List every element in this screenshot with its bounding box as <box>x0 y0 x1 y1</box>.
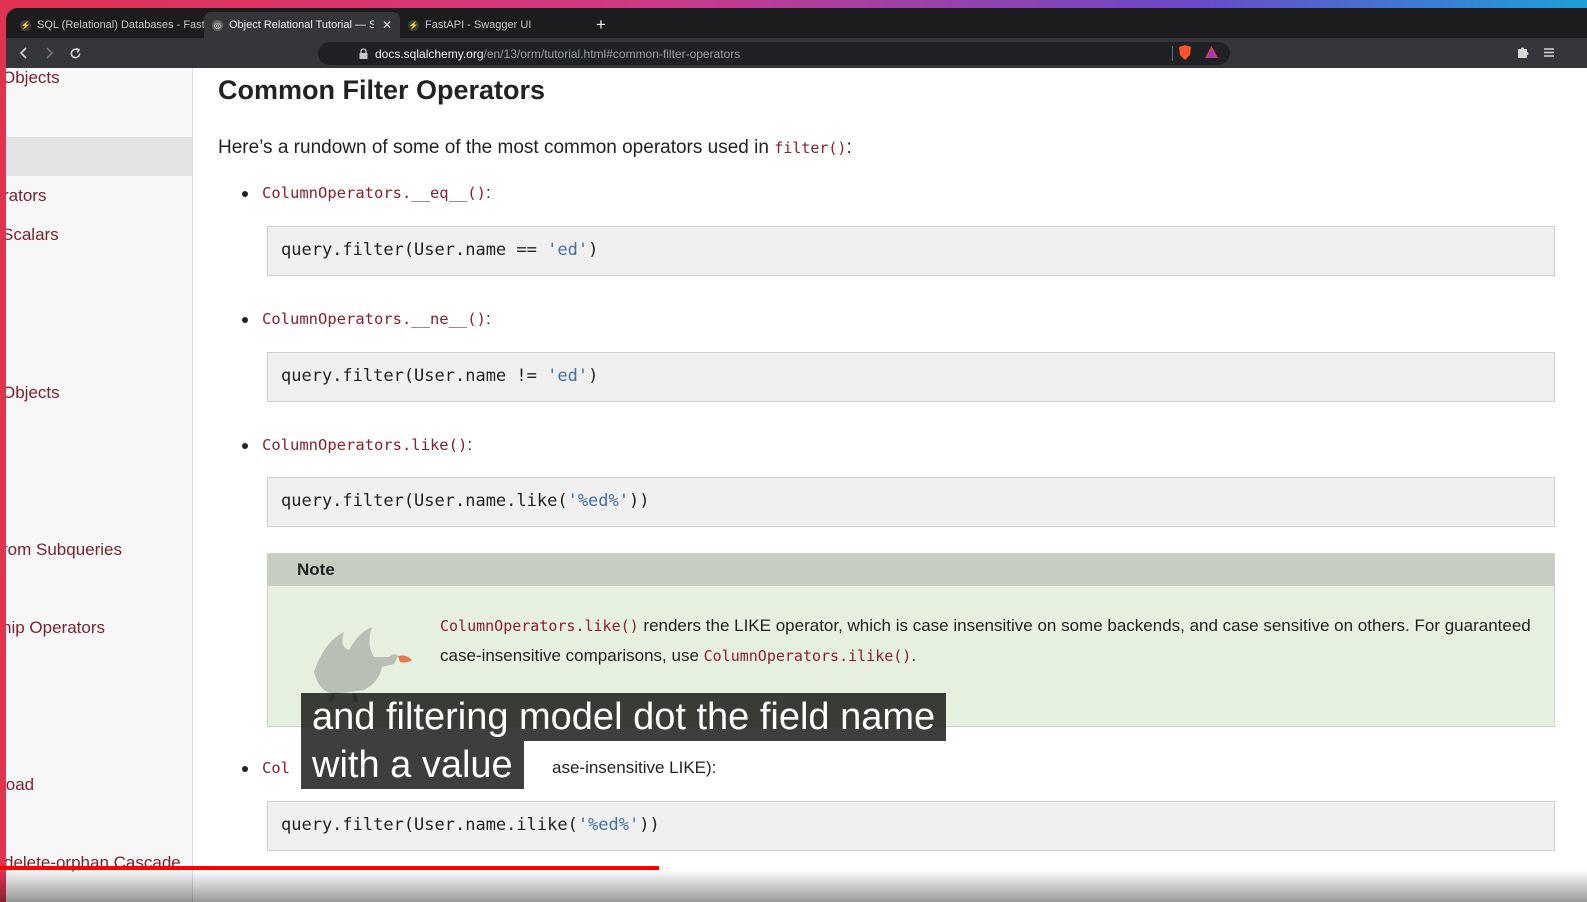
video-subtitle: and filtering model dot the field name w… <box>301 693 947 789</box>
intro-paragraph: Here’s a rundown of some of the most com… <box>218 137 852 159</box>
sidebar-item-scalars[interactable]: Scalars <box>6 225 59 245</box>
tab-swagger-ui[interactable]: ⚡ FastAPI - Swagger UI <box>400 12 590 38</box>
address-bar-divider <box>1172 46 1173 61</box>
list-item: ColumnOperators.like(): <box>242 435 472 455</box>
close-tab-icon[interactable]: ✕ <box>382 18 392 32</box>
list-item: ColumnOperators.__ne__(): <box>242 309 491 329</box>
ilike-operator-link[interactable]: ColumnOperators.ilike() <box>704 647 912 665</box>
note-heading: Note <box>268 554 1554 586</box>
sidebar-item-objects-2[interactable]: Objects <box>6 383 60 403</box>
browser-window: ⚡ SQL (Relational) Databases - FastAPI ◎… <box>6 8 1587 902</box>
brave-shields-icon[interactable] <box>1176 43 1194 61</box>
sqlalchemy-favicon-icon: ◎ <box>212 19 223 31</box>
code-string: 'ed' <box>547 240 589 260</box>
brave-rewards-icon[interactable] <box>1202 43 1220 61</box>
subtitle-line-1: and filtering model dot the field name <box>301 693 947 741</box>
bullet-dot <box>242 190 248 197</box>
operator-suffix: : <box>485 309 491 328</box>
sidebar-current-item-highlight <box>6 137 192 176</box>
like-operator-link[interactable]: ColumnOperators.like() <box>440 617 639 635</box>
tab-label: FastAPI - Swagger UI <box>425 19 532 31</box>
sidebar-item-objects[interactable]: Objects <box>6 68 60 88</box>
note-body: ColumnOperators.like() renders the LIKE … <box>440 611 1540 671</box>
video-progress-fill <box>0 866 659 870</box>
code-block: query.filter(User.name.ilike('%ed%')) <box>267 801 1555 851</box>
subtitle-line-2: with a value <box>301 741 524 789</box>
code-text: ) <box>588 366 599 386</box>
tab-label: SQL (Relational) Databases - FastAPI <box>37 19 208 31</box>
web-page: Objects rators Scalars Objects rom Subqu… <box>6 68 1587 902</box>
filter-function-link[interactable]: filter() <box>774 139 846 157</box>
menu-icon[interactable] <box>1540 43 1558 61</box>
operator-link[interactable]: ColumnOperators.__eq__() <box>262 184 486 202</box>
video-progress-bar[interactable] <box>0 866 1587 870</box>
code-text: query.filter(User.name != <box>281 366 548 386</box>
sidebar-item-from-subqueries[interactable]: rom Subqueries <box>6 540 122 560</box>
section-title: Common Filter Operators <box>218 75 546 105</box>
code-text: query.filter(User.name == <box>281 240 548 260</box>
browser-toolbar: docs.sqlalchemy.org/en/13/orm/tutorial.h… <box>6 38 1587 68</box>
forward-button[interactable] <box>40 44 58 62</box>
reload-button[interactable] <box>66 44 84 62</box>
note-text: . <box>911 646 917 665</box>
url-path: /en/13/orm/tutorial.html#common-filter-o… <box>483 46 741 61</box>
back-arrow-icon <box>19 47 27 59</box>
bullet-dot <box>242 765 248 772</box>
code-text: )) <box>639 815 660 835</box>
main-content: Common Filter Operators Here’s a rundown… <box>218 68 1578 902</box>
fastapi-favicon-icon: ⚡ <box>20 19 31 31</box>
tab-bar: ⚡ SQL (Relational) Databases - FastAPI ◎… <box>6 8 1587 38</box>
sqlalchemy-dragon-icon <box>314 627 412 702</box>
bullet-dot <box>242 442 248 449</box>
operator-link[interactable]: ColumnOperators.__ne__() <box>262 310 486 328</box>
reload-icon <box>70 47 80 58</box>
extensions-puzzle-icon[interactable] <box>1514 43 1532 61</box>
intro-text: Here’s a rundown of some of the most com… <box>218 137 775 158</box>
code-text: query.filter(User.name.like( <box>281 491 568 511</box>
docs-sidebar: Objects rators Scalars Objects rom Subqu… <box>6 68 193 902</box>
code-block: query.filter(User.name == 'ed') <box>267 226 1555 276</box>
tab-fastapi-sql[interactable]: ⚡ SQL (Relational) Databases - FastAPI <box>12 12 208 38</box>
intro-suffix: : <box>846 137 852 158</box>
code-text: )) <box>629 491 650 511</box>
swagger-favicon-icon: ⚡ <box>408 19 419 31</box>
code-string: '%ed%' <box>577 815 640 835</box>
list-item: ColumnOperators.__eq__(): <box>242 183 491 203</box>
operator-link[interactable]: ColumnOperators.like() <box>262 436 467 454</box>
back-button[interactable] <box>15 44 33 62</box>
code-text: query.filter(User.name.ilike( <box>281 815 578 835</box>
operator-suffix: : <box>467 435 473 454</box>
url-host: docs.sqlalchemy.org <box>375 46 484 61</box>
new-tab-button[interactable]: + <box>596 15 606 35</box>
forward-arrow-icon <box>46 47 54 59</box>
video-controls-shade <box>0 870 1587 902</box>
code-block: query.filter(User.name != 'ed') <box>267 352 1555 402</box>
code-string: '%ed%' <box>567 491 629 511</box>
lock-icon <box>359 48 368 59</box>
code-text: ) <box>588 240 599 260</box>
sidebar-item-eager-load[interactable]: load <box>6 775 34 795</box>
address-bar[interactable]: docs.sqlalchemy.org/en/13/orm/tutorial.h… <box>318 42 1230 65</box>
bullet-dot <box>242 316 248 323</box>
tab-label: Object Relational Tutorial — SQLAlchemy <box>229 19 374 31</box>
sidebar-item-relationship-operators[interactable]: hip Operators <box>6 618 105 638</box>
code-string: 'ed' <box>547 366 589 386</box>
tab-sqlalchemy-tutorial[interactable]: ◎ Object Relational Tutorial — SQLAlchem… <box>204 12 400 38</box>
sidebar-item-operators[interactable]: rators <box>6 186 46 206</box>
code-block: query.filter(User.name.like('%ed%')) <box>267 477 1555 527</box>
operator-link[interactable]: Col <box>262 759 290 777</box>
operator-suffix: : <box>485 183 491 202</box>
video-frame: ⚡ SQL (Relational) Databases - FastAPI ◎… <box>0 0 1587 902</box>
